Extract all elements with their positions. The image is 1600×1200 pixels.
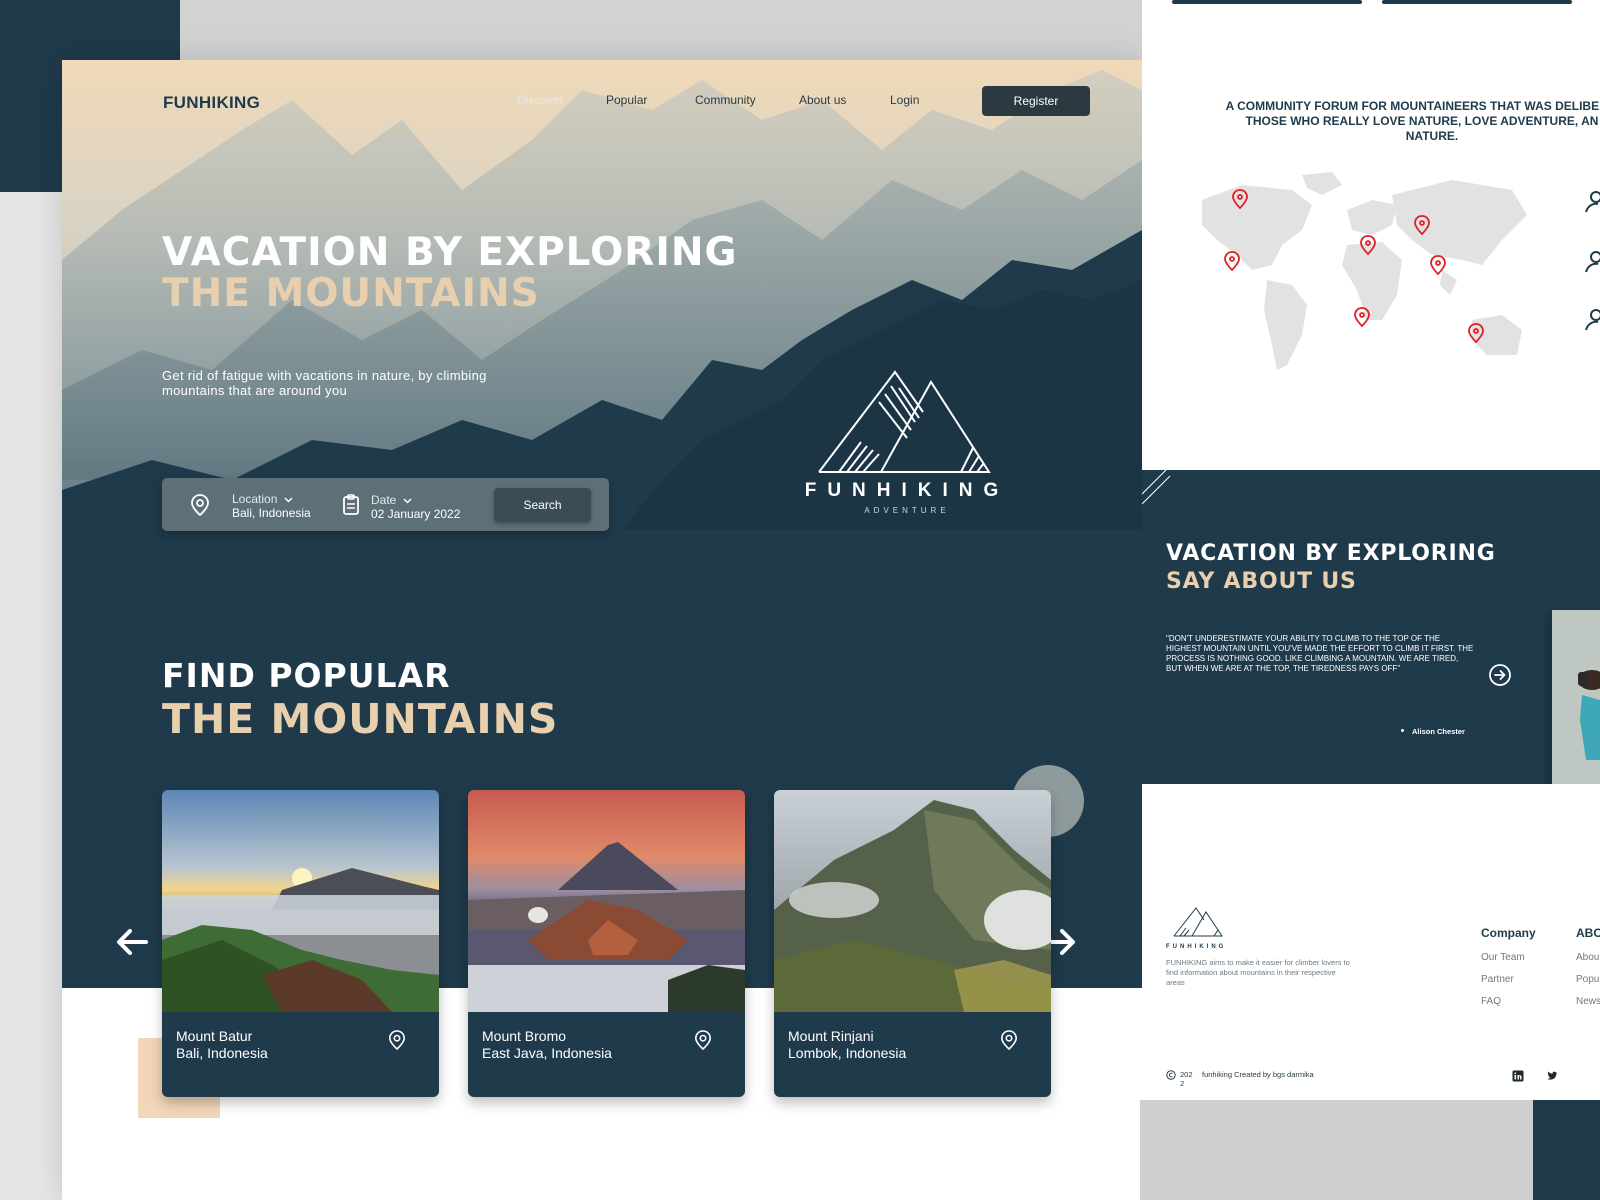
testimonial-author: Alison Chester: [1412, 727, 1465, 736]
funhiking-logo: FUNHIKING ADVENTURE: [787, 368, 1027, 515]
mountain-card[interactable]: Mount Batur Bali, Indonesia: [162, 790, 439, 1097]
date-value[interactable]: 02 January 2022: [371, 507, 460, 521]
card-mountain-location: Lombok, Indonesia: [788, 1045, 907, 1061]
mountain-card[interactable]: Mount Rinjani Lombok, Indonesia: [774, 790, 1051, 1097]
user-icon: [1585, 309, 1600, 331]
footer-logo-name: FUNHIKING: [1166, 944, 1227, 950]
footer-link-news[interactable]: News: [1576, 996, 1600, 1007]
brand-logo-text[interactable]: FUNHIKING: [163, 93, 260, 113]
testimonial-panel: VACATION BY EXPLORING SAY ABOUT US "DON'…: [1142, 470, 1600, 784]
author-bullet: [1401, 729, 1404, 732]
mountain-card[interactable]: Mount Bromo East Java, Indonesia: [468, 790, 745, 1097]
copyright-credit: funhiking Created by bgs darmika: [1202, 1070, 1314, 1079]
about-title-line2: SAY ABOUT US: [1166, 569, 1357, 594]
logo-name: FUNHIKING: [804, 480, 1010, 501]
copyright-icon: [1166, 1070, 1176, 1080]
background-grey-block: [1140, 1100, 1533, 1200]
top-navigation: FUNHIKING Discover Popular Community Abo…: [62, 60, 1142, 140]
popular-title: FIND POPULAR THE MOUNTAINS: [162, 656, 558, 742]
user-icon: [1585, 191, 1600, 213]
chevron-down-icon: [284, 497, 293, 503]
clipboard-icon: [343, 494, 359, 515]
footer-mountain-logo-icon: [1173, 907, 1223, 937]
testimonial-quote: "DON'T UNDERESTIMATE YOUR ABILITY TO CLI…: [1166, 634, 1474, 673]
card-mountain-name: Mount Bromo: [482, 1028, 567, 1044]
hero-title-line2: THE MOUNTAINS: [162, 271, 540, 316]
location-label: Location: [232, 492, 278, 506]
hero-title-line1: VACATION BY EXPLORING: [162, 230, 738, 275]
footer-link-partner[interactable]: Partner: [1481, 974, 1514, 985]
popular-title-line2: THE MOUNTAINS: [162, 695, 559, 743]
nav-link-about-us[interactable]: About us: [799, 93, 846, 107]
community-panel: A COMMUNITY FORUM FOR MOUNTAINEERS THAT …: [1142, 0, 1600, 470]
location-pin-icon[interactable]: [388, 1029, 406, 1051]
background-teal-block: [1533, 1100, 1600, 1200]
search-button[interactable]: Search: [494, 488, 591, 522]
card-mountain-name: Mount Batur: [176, 1028, 253, 1044]
search-bar: Location Bali, Indonesia Date 02 January…: [162, 478, 609, 531]
decorative-lines: [1142, 470, 1171, 505]
about-title: VACATION BY EXPLORING SAY ABOUT US: [1166, 540, 1496, 596]
background-grey-block: [180, 0, 1095, 62]
nav-link-discover[interactable]: Discover: [517, 93, 564, 107]
hero-title: VACATION BY EXPLORING THE MOUNTAINS: [162, 232, 738, 314]
mount-batur-photo: [162, 790, 439, 1012]
twitter-icon[interactable]: [1546, 1070, 1558, 1082]
community-description: A COMMUNITY FORUM FOR MOUNTAINEERS THAT …: [1225, 99, 1600, 143]
register-button[interactable]: Register: [982, 86, 1090, 116]
mount-rinjani-photo: [774, 790, 1051, 1012]
footer-link-popular[interactable]: Popu: [1576, 974, 1599, 985]
location-dropdown[interactable]: Location: [232, 492, 293, 506]
footer-description: FUNHIKING aims to make it easier for cli…: [1166, 958, 1350, 987]
background-white-strip: [0, 192, 62, 1200]
nav-link-popular[interactable]: Popular: [606, 93, 647, 107]
location-pin-icon: [191, 494, 209, 516]
footer-link-about[interactable]: Abou: [1576, 952, 1599, 963]
linkedin-icon[interactable]: [1512, 1070, 1524, 1082]
mount-bromo-photo: [468, 790, 745, 1012]
location-pin-icon[interactable]: [694, 1029, 712, 1051]
footer-panel: FUNHIKING FUNHIKING aims to make it easi…: [1142, 784, 1600, 1100]
arrow-circle-right-icon[interactable]: [1488, 663, 1512, 687]
chevron-down-icon: [403, 498, 412, 504]
landing-page: FUNHIKING Discover Popular Community Abo…: [62, 60, 1142, 1200]
popular-title-line1: FIND POPULAR: [162, 656, 451, 695]
arrow-left-icon[interactable]: [112, 922, 152, 962]
about-title-line1: VACATION BY EXPLORING: [1166, 541, 1496, 566]
copyright-year: 202 2: [1180, 1070, 1193, 1088]
user-icon: [1585, 251, 1600, 273]
world-map-illustration: [1202, 172, 1527, 370]
footer-link-our-team[interactable]: Our Team: [1481, 952, 1525, 963]
location-pin-icon[interactable]: [1000, 1029, 1018, 1051]
footer-about-title: ABO: [1576, 926, 1600, 940]
logo-tagline: ADVENTURE: [864, 506, 950, 515]
card-mountain-location: Bali, Indonesia: [176, 1045, 268, 1061]
hero-subtitle: Get rid of fatigue with vacations in nat…: [162, 368, 487, 398]
top-card-edges: [1172, 0, 1572, 4]
date-label: Date: [371, 493, 397, 507]
card-mountain-name: Mount Rinjani: [788, 1028, 874, 1044]
footer-link-faq[interactable]: FAQ: [1481, 996, 1501, 1007]
card-mountain-location: East Java, Indonesia: [482, 1045, 612, 1061]
location-value[interactable]: Bali, Indonesia: [232, 506, 311, 520]
nav-link-login[interactable]: Login: [890, 93, 919, 107]
mountain-logo-icon: [818, 370, 991, 473]
nav-link-community[interactable]: Community: [695, 93, 756, 107]
footer-company-title: Company: [1481, 926, 1536, 940]
date-dropdown[interactable]: Date: [371, 493, 412, 507]
